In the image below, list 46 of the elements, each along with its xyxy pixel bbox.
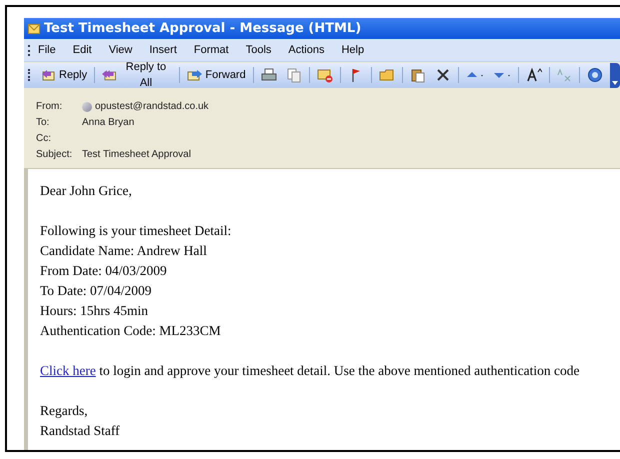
menu-item[interactable]: File <box>38 42 56 58</box>
menu-item[interactable]: Insert <box>149 42 177 58</box>
envelope-minus-icon <box>316 67 333 83</box>
forward-button[interactable]: Forward <box>185 65 248 85</box>
envelope-icon <box>28 24 40 34</box>
menu-item[interactable]: View <box>108 42 132 58</box>
clipboard-icon <box>410 67 426 83</box>
toolbar-options-button[interactable] <box>610 62 620 88</box>
field-label: To: <box>36 116 50 130</box>
greeting-text: Dear John Grice, <box>40 182 133 200</box>
printer-icon <box>260 67 277 83</box>
menu-item[interactable]: Edit <box>72 42 92 58</box>
menu-item[interactable]: Tools <box>246 42 272 58</box>
login-link[interactable]: Click here <box>40 363 96 378</box>
delete-icon <box>434 67 451 83</box>
caret-icon <box>612 80 618 84</box>
instruction-text: Click here to login and approve your timesheet detail. Use the above mentioned authentication code <box>40 362 580 380</box>
envelope-arrow-icon <box>41 67 57 83</box>
field-label: Subject: <box>36 148 74 162</box>
font-size-icon <box>526 67 542 83</box>
field-value: Test Timesheet Approval <box>82 148 191 162</box>
help-icon <box>587 67 604 83</box>
detail-line: Following is your timesheet Detail: <box>40 222 232 240</box>
grip-handle[interactable] <box>28 44 30 56</box>
documents-icon <box>286 67 302 83</box>
signature-text: Randstad Staff <box>40 422 121 440</box>
field-label: From: <box>36 100 64 114</box>
detail-line: From Date: 04/03/2009 <box>40 262 168 280</box>
detail-line: Authentication Code: ML233CM <box>40 322 222 340</box>
detail-line: Hours: 15hrs 45min <box>40 302 149 320</box>
field-label: Cc: <box>36 132 52 146</box>
menu-item[interactable]: Help <box>341 42 364 58</box>
reply-button[interactable]: Reply <box>39 65 90 85</box>
detail-line: To Date: 07/04/2009 <box>40 282 153 300</box>
closing-text: Regards, <box>40 402 89 420</box>
menu-item[interactable]: Actions <box>288 42 324 58</box>
envelope-arrows-icon <box>102 67 118 83</box>
folder-icon <box>378 67 395 83</box>
contact-status-icon <box>82 102 92 112</box>
field-value: opustest@randstad.co.uk <box>95 100 209 114</box>
detail-line: Candidate Name: Andrew Hall <box>40 242 208 260</box>
envelope-arrow-icon <box>187 67 204 83</box>
grip-handle[interactable] <box>28 69 30 81</box>
field-value: Anna Bryan <box>82 116 134 130</box>
menu-item[interactable]: Format <box>194 42 229 58</box>
window-title: Test Timesheet Approval - Message (HTML) <box>44 20 362 38</box>
